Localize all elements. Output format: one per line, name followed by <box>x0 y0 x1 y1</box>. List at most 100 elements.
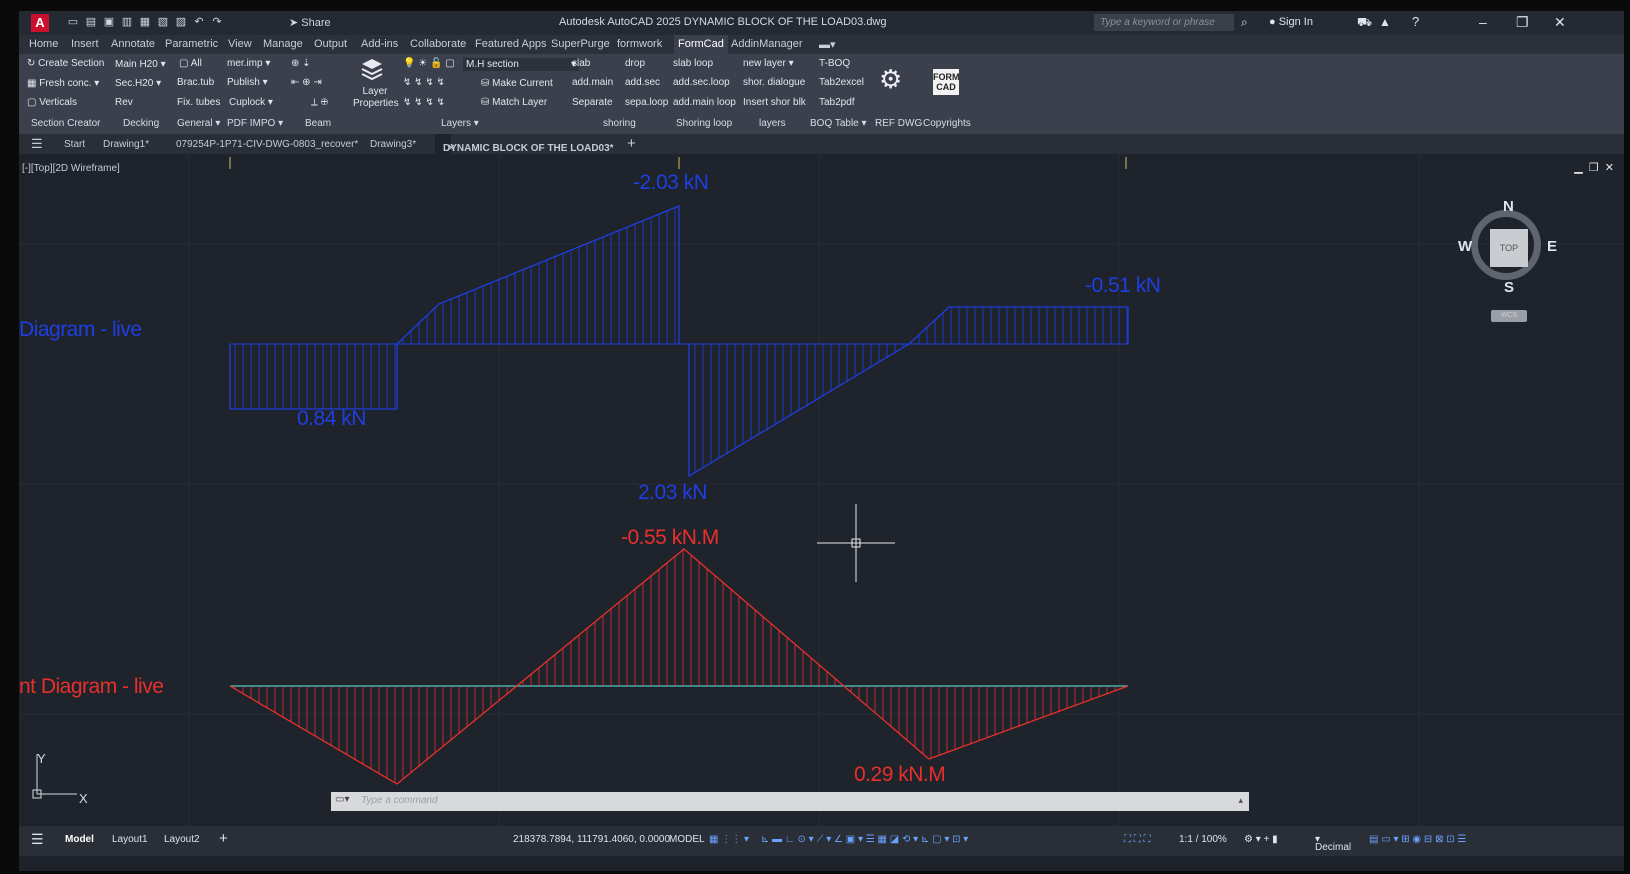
menu-icon[interactable]: ☰ <box>31 136 43 152</box>
viewport-window-controls[interactable]: ▁ ❐ ✕ <box>1574 161 1614 174</box>
tab-view[interactable]: View <box>228 38 252 50</box>
restore-icon[interactable]: ❐ <box>1516 14 1529 31</box>
verticals-button[interactable]: ▢ Verticals <box>27 97 77 108</box>
tab2pdf-button[interactable]: Tab2pdf <box>819 97 855 108</box>
sepa-loop-button[interactable]: sepa.loop <box>625 97 668 108</box>
panel-boq-table[interactable]: BOQ Table ▾ <box>810 118 867 129</box>
all-button[interactable]: ▢ All <box>179 58 202 69</box>
tab-output[interactable]: Output <box>314 38 347 50</box>
model-space-button[interactable]: MODEL <box>669 834 705 845</box>
tab-model[interactable]: Model <box>65 834 94 845</box>
command-input[interactable]: Type a command <box>361 795 438 806</box>
mer-imp-dropdown[interactable]: mer.imp ▾ <box>227 58 270 69</box>
fresh-conc-button[interactable]: ▦ Fresh conc. ▾ <box>27 78 99 89</box>
layer-state-icons[interactable]: 💡 ☀ 🔓 ▢ <box>403 58 455 69</box>
tab-layout2[interactable]: Layout2 <box>164 834 200 845</box>
units-dropdown[interactable]: Decimal ▾ <box>1315 834 1351 853</box>
publish-icon[interactable]: ▦ <box>139 16 151 28</box>
tab-annotate[interactable]: Annotate <box>111 38 155 50</box>
slab-loop-button[interactable]: slab loop <box>673 58 713 69</box>
doc-tab-start[interactable]: Start <box>64 139 85 150</box>
add-main-loop-button[interactable]: add.main loop <box>673 97 736 108</box>
open-icon[interactable]: ▤ <box>85 16 97 28</box>
compass-east[interactable]: E <box>1547 238 1557 255</box>
tab-add-ins[interactable]: Add-ins <box>361 38 398 50</box>
add-sec-loop-button[interactable]: add.sec.loop <box>673 77 730 88</box>
tab-home[interactable]: Home <box>29 38 58 50</box>
brac-tub-button[interactable]: Brac.tub <box>177 77 214 88</box>
cuplock-dropdown[interactable]: Cuplock ▾ <box>229 97 273 108</box>
share-button[interactable]: ➤ Share <box>289 16 331 29</box>
t-boq-button[interactable]: T-BOQ <box>819 58 850 69</box>
saveas-icon[interactable]: ▥ <box>121 16 133 28</box>
coordinates-readout[interactable]: 218378.7894, 111791.4060, 0.0000 <box>513 834 670 845</box>
add-main-button[interactable]: add.main <box>572 77 613 88</box>
viewport-controls-label[interactable]: [-][Top][2D Wireframe] <box>22 163 120 174</box>
tab-superpurge[interactable]: SuperPurge <box>551 38 610 50</box>
rev-button[interactable]: Rev <box>115 97 133 108</box>
tab-featured-apps[interactable]: Featured Apps <box>475 38 547 50</box>
compass-north[interactable]: N <box>1503 198 1514 215</box>
wcs-menu[interactable]: WCS <box>1491 310 1527 322</box>
save-icon[interactable]: ▣ <box>103 16 115 28</box>
command-expand-icon[interactable]: ▴ <box>1238 795 1243 806</box>
tab2excel-button[interactable]: Tab2excel <box>819 77 864 88</box>
undo-icon[interactable]: ↶ <box>193 16 205 28</box>
formcad-logo[interactable]: FORM CAD <box>933 69 960 95</box>
make-current-button[interactable]: ⛁ Make Current <box>481 78 553 89</box>
panel-general[interactable]: General ▾ <box>177 118 220 129</box>
tab-layout1[interactable]: Layout1 <box>112 834 148 845</box>
drop-button[interactable]: drop <box>625 58 645 69</box>
panel-pdf-impo[interactable]: PDF IMPO ▾ <box>227 118 283 129</box>
new-icon[interactable]: ▭ <box>67 16 79 28</box>
command-prompt-icon[interactable]: ▭▾ <box>335 794 349 805</box>
new-layer-dropdown[interactable]: new layer ▾ <box>743 58 794 69</box>
command-line[interactable]: ▭▾ Type a command ▴ <box>331 792 1249 811</box>
tab-insert[interactable]: Insert <box>71 38 99 50</box>
drawing-viewport[interactable]: [-][Top][2D Wireframe] ▁ ❐ ✕ Diagram - l… <box>19 154 1624 826</box>
print-icon[interactable]: ▨ <box>175 16 187 28</box>
beam-tool-icon[interactable]: ⊕ ⇣ <box>291 58 311 69</box>
search-input[interactable]: Type a keyword or phrase <box>1094 14 1234 31</box>
beam-align-icon[interactable]: ⇤ ⊕ ⇥ <box>291 77 322 88</box>
beam-move-icon[interactable]: ⟂ ⊕ <box>311 97 328 108</box>
add-layout-icon[interactable]: + <box>219 830 228 847</box>
fix-tubes-button[interactable]: Fix. tubes <box>177 97 220 108</box>
tab-formwork[interactable]: formwork <box>617 38 662 50</box>
layer-tools-icons[interactable]: ↯ ↯ ↯ ↯ <box>403 77 445 88</box>
annotation-scale[interactable]: 1:1 / 100% <box>1179 834 1227 845</box>
add-sec-button[interactable]: add.sec <box>625 77 660 88</box>
tab-formcad[interactable]: FormCad <box>674 35 728 54</box>
autocad-logo-icon[interactable]: A <box>31 14 49 32</box>
ribbon-options-icon[interactable]: ▬▾ <box>819 38 836 51</box>
insert-shor-blk-button[interactable]: Insert shor blk <box>743 97 806 108</box>
slab-button[interactable]: slab <box>572 58 590 69</box>
main-h20-dropdown[interactable]: Main H20 ▾ <box>115 59 166 70</box>
tab-collaborate[interactable]: Collaborate <box>410 38 466 50</box>
doc-tab-drawing1[interactable]: Drawing1* <box>103 139 149 150</box>
plot-icon[interactable]: ▧ <box>157 16 169 28</box>
layer-dropdown[interactable]: M.H section ▾ <box>463 58 579 71</box>
grid-icon[interactable]: ▦ ⋮⋮ ▾ <box>709 834 749 845</box>
status-tools-icons[interactable]: ▤ ▭ ▾ ⊞ ◉ ⊟ ⊠ ⊡ ☰ <box>1369 834 1466 845</box>
autodesk-a-icon[interactable]: ▲ <box>1379 15 1391 29</box>
doc-tab-dynamic-block[interactable]: DYNAMIC BLOCK OF THE LOAD03* ✕ <box>435 134 614 154</box>
close-icon[interactable]: ✕ <box>1554 14 1566 31</box>
doc-tab-drawing3[interactable]: Drawing3* <box>370 139 416 150</box>
snap-icons[interactable]: ⊾ ▬ ∟ ⊙ ▾ ⟋ ▾ ∠ ▣ ▾ ☰ ▦ ◪ ⟲ ▾ ⊾ ▢ ▾ ⊡ ▾ <box>761 834 968 845</box>
panel-layers[interactable]: Layers ▾ <box>441 118 479 129</box>
compass-south[interactable]: S <box>1504 279 1514 296</box>
help-icon[interactable]: ? <box>1412 14 1419 29</box>
redo-icon[interactable]: ↷ <box>211 16 223 28</box>
tab-manage[interactable]: Manage <box>263 38 303 50</box>
minimize-icon[interactable]: – <box>1479 14 1487 30</box>
create-section-button[interactable]: ↻ Create Section <box>27 58 104 69</box>
sign-in-button[interactable]: ● Sign In <box>1269 16 1313 28</box>
layer-tools2-icons[interactable]: ↯ ↯ ↯ ↯ <box>403 97 445 108</box>
gear-icon[interactable]: ⚙ <box>879 64 902 95</box>
compass-west[interactable]: W <box>1458 238 1472 255</box>
tab-parametric[interactable]: Parametric <box>165 38 218 50</box>
status-menu-icon[interactable]: ☰ <box>31 831 44 848</box>
viewcube[interactable]: TOP N S E W WCS <box>1458 198 1557 322</box>
layer-properties-button[interactable]: Layer Properties <box>353 86 399 110</box>
